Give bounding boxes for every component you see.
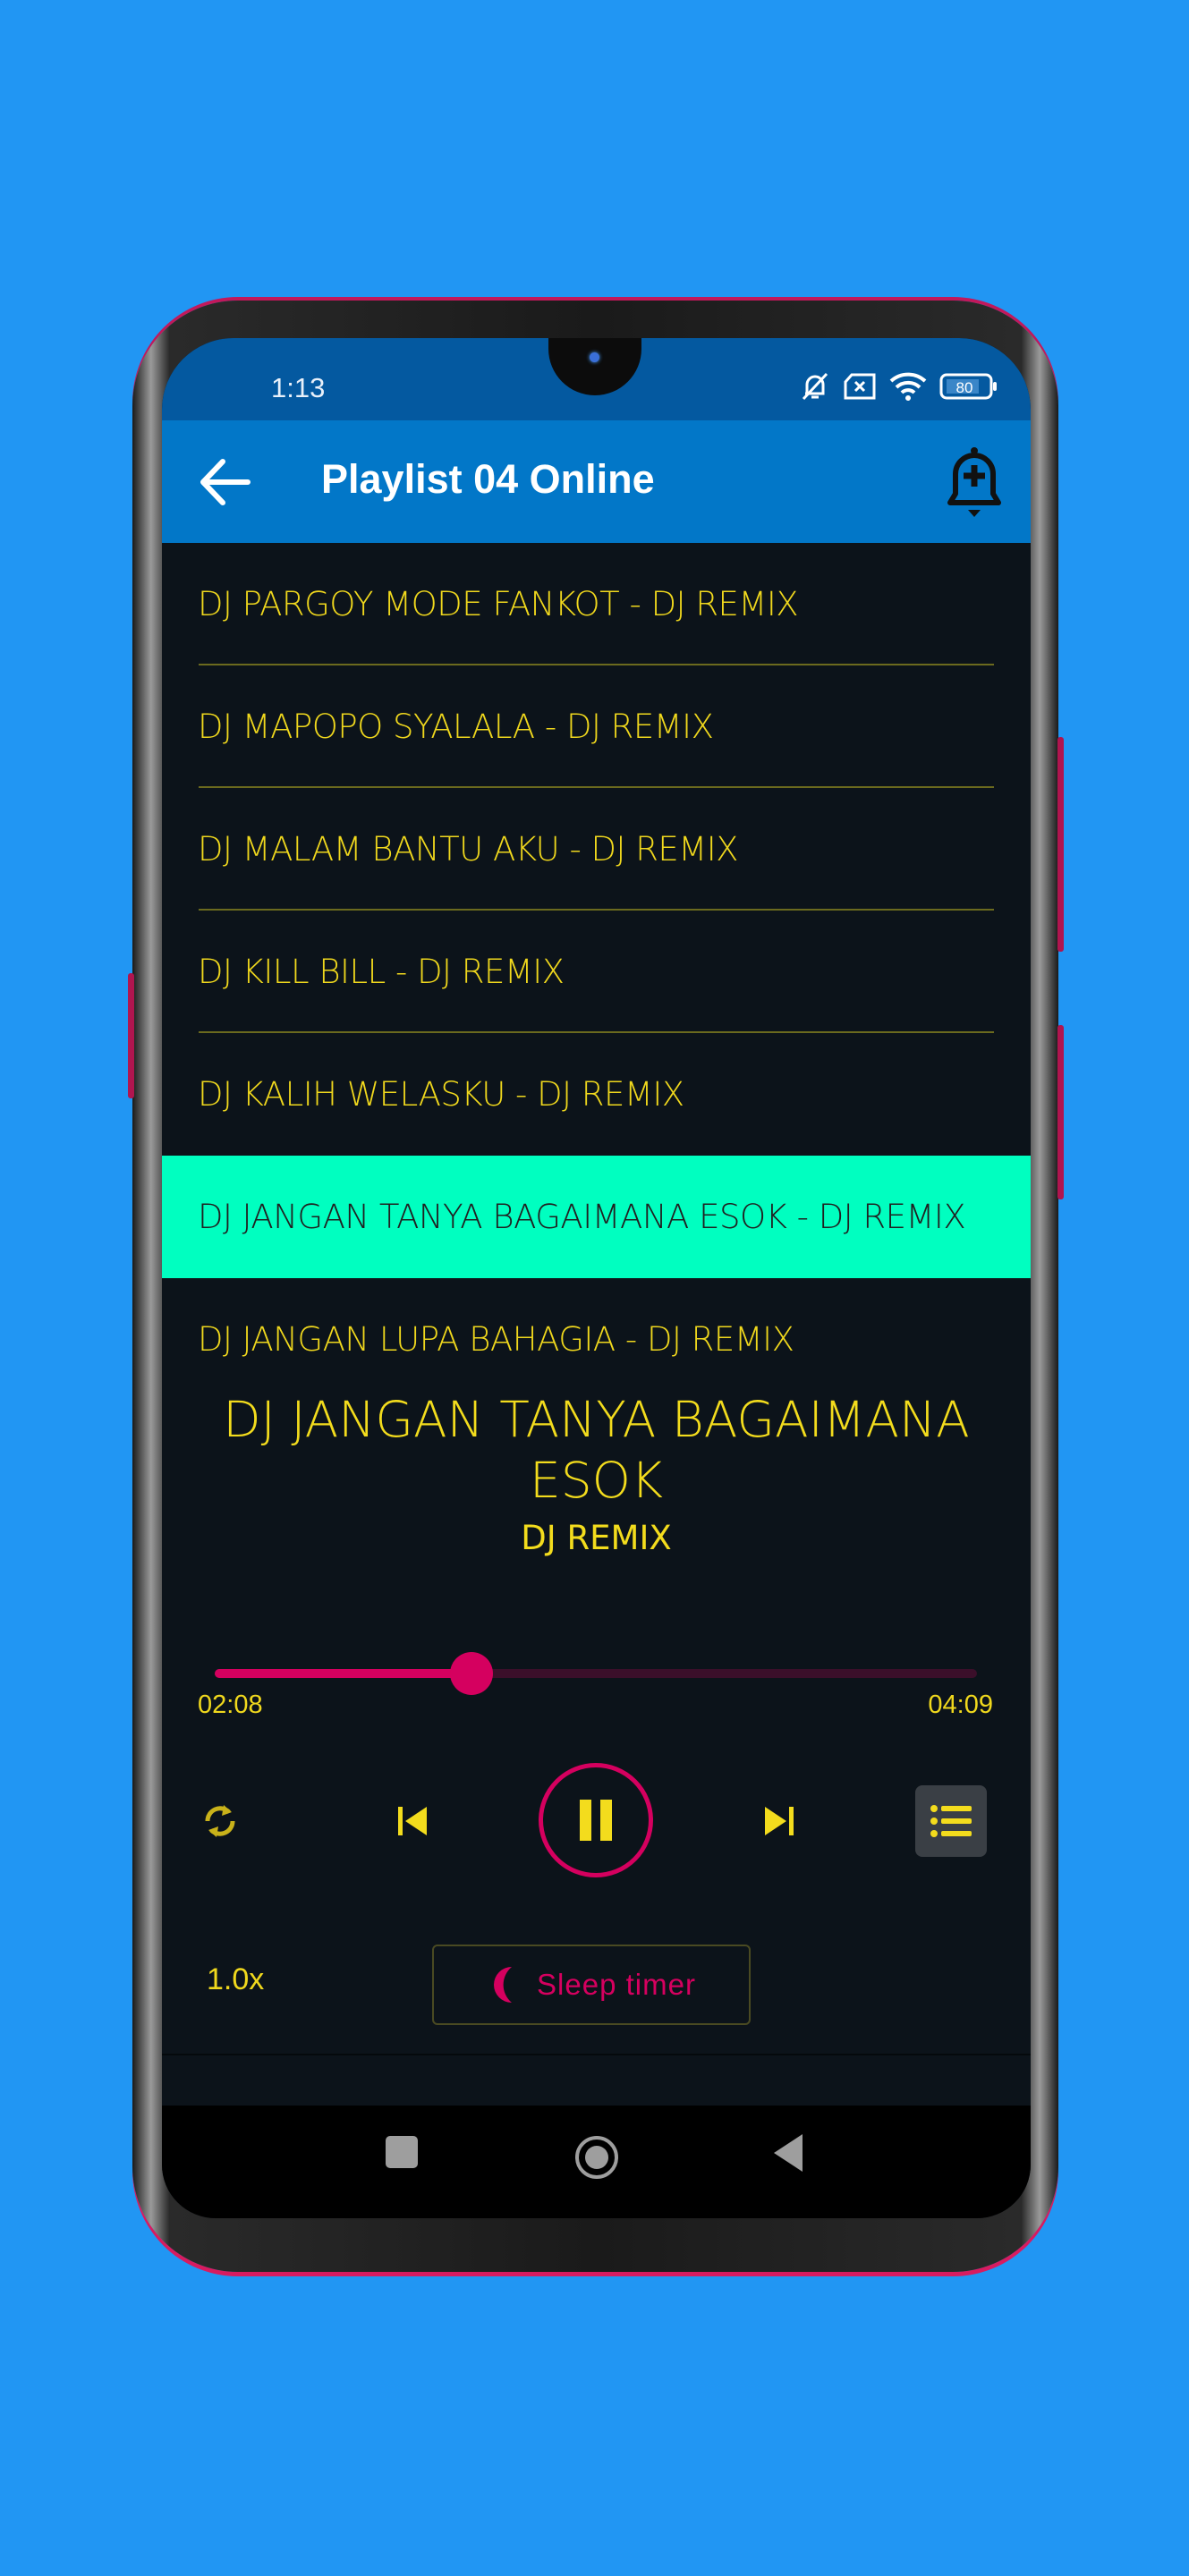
playlist-item-label: DJ MAPOPO SYALALA - DJ REMIX (198, 708, 714, 746)
playlist-item[interactable]: DJ KILL BILL - DJ REMIX (162, 911, 1031, 1033)
moon-icon (494, 1967, 513, 2003)
page-title: Playlist 04 Online (321, 456, 655, 502)
app-bar: Playlist 04 Online (162, 420, 1031, 543)
playlist-item-label: DJ JANGAN LUPA BAHAGIA - DJ REMIX (198, 1320, 794, 1359)
repeat-icon (205, 1804, 235, 1837)
volume-up-button (1057, 737, 1064, 952)
status-bar: 1:13 80 (162, 338, 1031, 420)
playlist-item-active[interactable]: DJ JANGAN TANYA BAGAIMANA ESOK - DJ REMI… (162, 1156, 1031, 1278)
arrow-left-icon[interactable] (196, 453, 255, 512)
power-button (128, 973, 134, 1098)
playlist-item[interactable]: DJ JANGAN LUPA BAHAGIA - DJ REMIX (162, 1278, 1031, 1401)
sleep-timer-button[interactable]: Sleep timer (432, 1945, 751, 2025)
wifi-icon (889, 372, 927, 401)
repeat-button[interactable] (198, 1760, 242, 1881)
pause-icon (580, 1800, 612, 1841)
playlist-item-label: DJ PARGOY MODE FANKOT - DJ REMIX (198, 585, 799, 623)
system-nav-bar (162, 2106, 1031, 2218)
seek-progress (215, 1669, 472, 1678)
app-screen: 1:13 80 Playlist 04 Online DJ PARGOY MOD… (162, 338, 1031, 2218)
home-circle-icon[interactable] (573, 2134, 620, 2181)
play-pause-button[interactable] (539, 1763, 653, 1877)
volume-down-button (1057, 1025, 1064, 1199)
playlist-item[interactable]: DJ MAPOPO SYALALA - DJ REMIX (162, 665, 1031, 788)
playback-controls (162, 1760, 1031, 1881)
playlist-item-label: DJ KILL BILL - DJ REMIX (198, 953, 565, 991)
seek-thumb[interactable] (450, 1652, 494, 1695)
battery-icon: 80 (939, 373, 997, 400)
bell-plus-icon[interactable] (943, 445, 1006, 519)
playlist: DJ PARGOY MODE FANKOT - DJ REMIX DJ MAPO… (162, 543, 1031, 1401)
camera-notch (548, 338, 641, 395)
playlist-item[interactable]: DJ KALIH WELASKU - DJ REMIX (162, 1033, 1031, 1156)
queue-list-icon (930, 1805, 972, 1837)
playlist-item-label: DJ MALAM BANTU AKU - DJ REMIX (198, 830, 738, 869)
skip-next-icon (765, 1806, 794, 1835)
recents-square-icon[interactable] (384, 2134, 420, 2170)
seek-slider[interactable] (215, 1652, 977, 1695)
playlist-item-label: DJ KALIH WELASKU - DJ REMIX (198, 1075, 684, 1114)
sim-x-icon (844, 373, 876, 400)
now-playing-artist: DJ REMIX (521, 1519, 672, 1557)
current-time: 02:08 (198, 1690, 263, 1719)
divider (162, 2054, 1031, 2055)
playlist-item[interactable]: DJ MALAM BANTU AKU - DJ REMIX (162, 788, 1031, 911)
now-playing-title: DJ JANGAN TANYA BAGAIMANA ESOK (223, 1391, 970, 1509)
next-button[interactable] (752, 1760, 806, 1881)
bell-off-icon (802, 372, 828, 401)
status-time: 1:13 (271, 372, 326, 403)
previous-button[interactable] (386, 1760, 439, 1881)
sleep-timer-label: Sleep timer (537, 1968, 696, 2001)
back-triangle-icon[interactable] (770, 2132, 806, 2174)
playlist-item-label: DJ JANGAN TANYA BAGAIMANA ESOK - DJ REMI… (198, 1198, 966, 1236)
queue-button[interactable] (915, 1785, 987, 1857)
playlist-item[interactable]: DJ PARGOY MODE FANKOT - DJ REMIX (162, 543, 1031, 665)
total-time: 04:09 (928, 1690, 993, 1719)
skip-previous-icon (398, 1806, 427, 1835)
camera-icon (590, 352, 599, 362)
battery-level: 80 (956, 379, 973, 396)
playback-speed[interactable]: 1.0x (207, 1962, 264, 1997)
